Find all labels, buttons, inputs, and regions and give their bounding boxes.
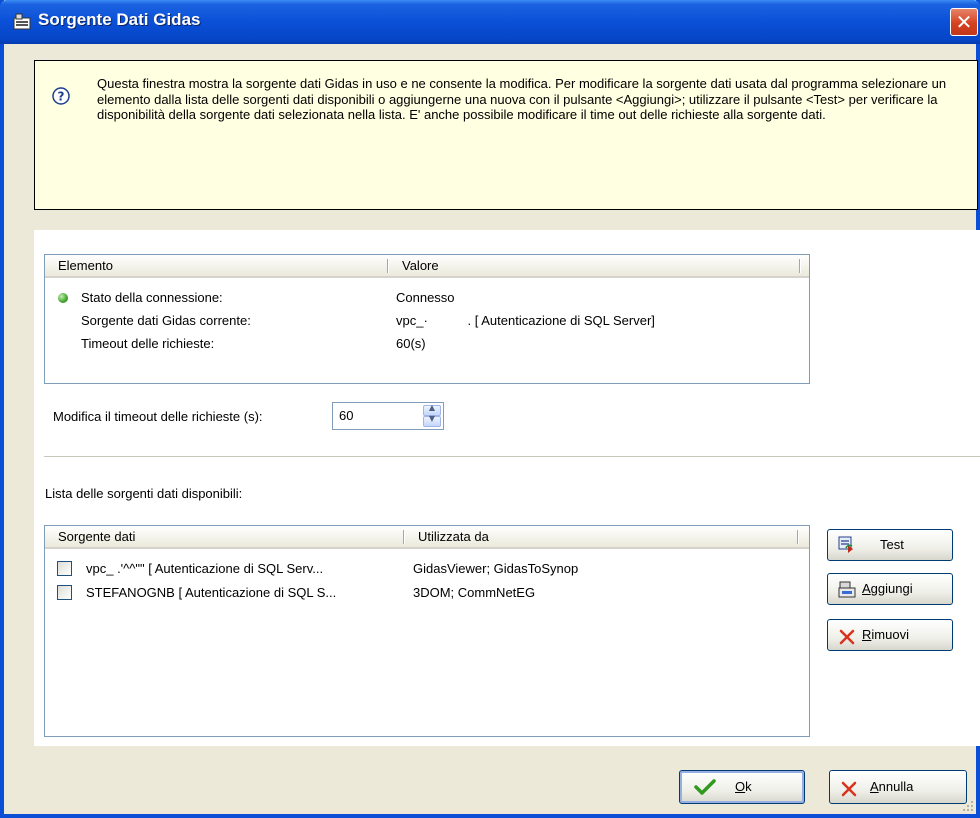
- list-item[interactable]: STEFANOGNB [ Autenticazione di SQL S... …: [45, 582, 809, 604]
- remove-button-label: Rimuovi: [862, 627, 909, 642]
- source-checkbox[interactable]: [57, 585, 72, 600]
- title-bar[interactable]: Sorgente Dati Gidas ✕: [0, 0, 980, 44]
- source-name: vpc_ .'^^"" [ Autenticazione di SQL Serv…: [86, 561, 324, 576]
- close-button[interactable]: ✕: [950, 8, 978, 36]
- status-list-header: Elemento Valore: [45, 255, 809, 278]
- cancel-button-label: Annulla: [870, 779, 914, 794]
- status-value: vpc_· . [ Autenticazione di SQL Server]: [396, 313, 655, 328]
- cancel-icon: [841, 781, 857, 797]
- source-used-by: 3DOM; CommNetEG: [413, 585, 536, 600]
- status-element: Timeout delle richieste:: [81, 336, 215, 351]
- remove-button[interactable]: Rimuovi: [827, 619, 953, 651]
- status-value: 60(s): [396, 336, 426, 351]
- app-icon: [13, 13, 31, 30]
- status-list[interactable]: Elemento Valore Stato della connessione:…: [44, 254, 810, 384]
- column-header-elemento[interactable]: Elemento: [45, 255, 387, 276]
- info-panel: ? Questa finestra mostra la sorgente dat…: [34, 60, 978, 210]
- dialog-window: Sorgente Dati Gidas ✕ ? Questa finestra …: [0, 0, 980, 818]
- svg-text:?: ?: [58, 90, 65, 104]
- cancel-button[interactable]: Annulla: [829, 770, 967, 804]
- column-header-valore[interactable]: Valore: [389, 255, 799, 276]
- timeout-value[interactable]: 60: [339, 408, 353, 423]
- source-used-by: GidasViewer; GidasToSynop: [413, 561, 579, 576]
- divider: [44, 456, 980, 458]
- ok-button[interactable]: Ok: [679, 770, 805, 804]
- add-source-icon: [838, 581, 856, 598]
- sources-label: Lista delle sorgenti dati disponibili:: [45, 486, 243, 501]
- close-icon: ✕: [955, 10, 973, 34]
- timeout-stepper[interactable]: 60 ▲ ▼: [332, 402, 444, 430]
- add-button-label: Aggiungi: [862, 581, 913, 596]
- checkmark-icon: [694, 779, 716, 795]
- column-header-utilizzata-da[interactable]: Utilizzata da: [405, 526, 797, 547]
- sources-list[interactable]: Sorgente dati Utilizzata da vpc_ .'^^"" …: [44, 525, 810, 737]
- list-item[interactable]: vpc_ .'^^"" [ Autenticazione di SQL Serv…: [45, 558, 809, 580]
- status-element: Stato della connessione:: [81, 290, 223, 305]
- timeout-label: Modifica il timeout delle richieste (s):: [53, 409, 263, 424]
- status-value: Connesso: [396, 290, 455, 305]
- test-button[interactable]: Test: [827, 529, 953, 561]
- chevron-up-icon: ▲: [428, 403, 436, 412]
- source-checkbox[interactable]: [57, 561, 72, 576]
- info-text: Questa finestra mostra la sorgente dati …: [97, 76, 947, 122]
- status-row: Stato della connessione: Connesso: [45, 287, 809, 309]
- chevron-down-icon: ▼: [428, 414, 436, 423]
- help-icon: ?: [52, 87, 70, 105]
- ok-button-label: Ok: [735, 779, 752, 794]
- status-row: Timeout delle richieste: 60(s): [45, 333, 809, 355]
- source-name: STEFANOGNB [ Autenticazione di SQL S...: [86, 585, 337, 600]
- sources-list-header: Sorgente dati Utilizzata da: [45, 526, 809, 549]
- status-element: Sorgente dati Gidas corrente:: [81, 313, 251, 328]
- test-button-label: Test: [880, 537, 904, 552]
- column-header-sorgente-dati[interactable]: Sorgente dati: [45, 526, 403, 547]
- add-button[interactable]: Aggiungi: [827, 573, 953, 605]
- status-row: Sorgente dati Gidas corrente: vpc_· . [ …: [45, 310, 809, 332]
- stepper-buttons: ▲ ▼: [423, 403, 441, 427]
- connection-status-icon: [58, 293, 68, 303]
- remove-icon: [839, 629, 855, 645]
- stepper-down-button[interactable]: ▼: [423, 414, 441, 427]
- window-title: Sorgente Dati Gidas: [38, 10, 201, 29]
- content-panel: Elemento Valore Stato della connessione:…: [34, 230, 980, 746]
- resize-grip-icon[interactable]: [962, 800, 974, 812]
- test-connection-icon: [838, 536, 853, 553]
